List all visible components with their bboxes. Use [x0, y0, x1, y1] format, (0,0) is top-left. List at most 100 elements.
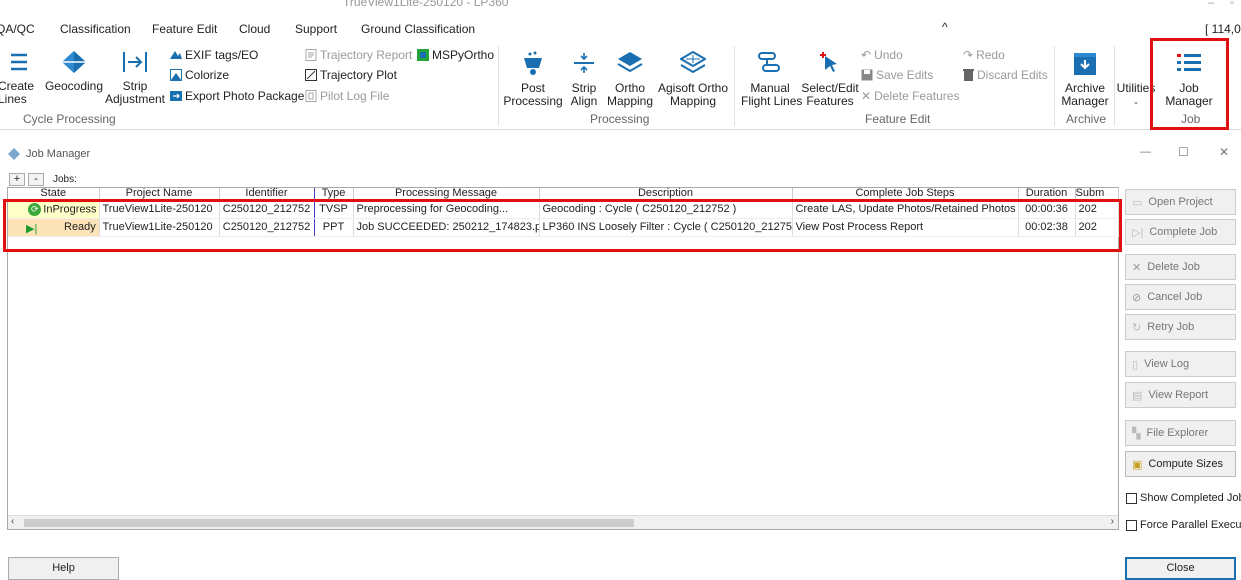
trajectory-report-button[interactable]: Trajectory Report [305, 48, 412, 62]
panel-close-button[interactable]: ✕ [1219, 145, 1229, 159]
ortho-mapping-button[interactable]: Ortho Mapping [604, 50, 656, 108]
menu-support[interactable]: Support [295, 22, 337, 36]
trash-icon [963, 69, 974, 81]
folder-icon: ▭ [1132, 196, 1143, 209]
job-manager-panel-header: Job Manager — ☐ ✕ [0, 142, 1241, 166]
ribbon-separator [734, 46, 735, 126]
file-explorer-button[interactable]: ▚ File Explorer [1125, 420, 1236, 446]
trajectory-plot-button[interactable]: Trajectory Plot [305, 68, 397, 82]
show-completed-jobs-checkbox[interactable]: Show Completed Jobs [1126, 492, 1241, 504]
delete-job-button[interactable]: ✕ Delete Job [1125, 254, 1236, 280]
group-label-cycle-processing: Cycle Processing [23, 112, 116, 126]
menu-classification[interactable]: Classification [60, 22, 131, 36]
cancel-icon: ⊘ [1132, 291, 1142, 304]
create-lines-button[interactable]: Create Lines [0, 50, 42, 106]
pilot-log-icon [305, 90, 317, 102]
select-cursor-icon [820, 52, 837, 72]
colorize-button[interactable]: Colorize [170, 68, 229, 82]
agisoft-ortho-mapping-button[interactable]: Agisoft Ortho Mapping [656, 50, 730, 108]
compute-sizes-button[interactable]: ▣ Compute Sizes [1125, 451, 1236, 477]
geocoding-icon [62, 51, 86, 73]
job-manager-small-icon [8, 148, 20, 160]
redo-icon: ↷ [963, 48, 974, 62]
complete-job-button[interactable]: ▷| Complete Job [1125, 219, 1236, 245]
cancel-job-button[interactable]: ⊘ Cancel Job [1125, 284, 1236, 310]
view-log-button[interactable]: ▯ View Log [1125, 351, 1236, 377]
jobs-label: Jobs: [53, 174, 77, 185]
delete-x-icon: ✕ [861, 89, 872, 103]
collapse-ribbon-icon[interactable]: ^ [942, 20, 948, 34]
group-label-processing: Processing [590, 112, 650, 126]
pilot-log-file-button[interactable]: Pilot Log File [305, 89, 389, 103]
highlight-job-manager [1150, 38, 1229, 130]
checkbox-box[interactable] [1126, 519, 1137, 531]
menu-qaqc[interactable]: QA/QC [0, 22, 35, 36]
group-label-feature-edit: Feature Edit [865, 112, 931, 126]
force-parallel-execution-checkbox[interactable]: Force Parallel Execution [1126, 519, 1241, 531]
highlight-job-rows [3, 199, 1122, 252]
save-edits-button[interactable]: Save Edits [861, 68, 933, 82]
scroll-left-arrow-icon[interactable]: ‹ [11, 516, 14, 527]
undo-button[interactable]: ↶ Undo [861, 48, 903, 62]
checkbox-box[interactable] [1126, 492, 1137, 504]
strip-align-button[interactable]: Strip Align [565, 50, 603, 108]
retry-job-button[interactable]: ↻ Retry Job [1125, 314, 1236, 340]
colorize-icon [170, 69, 182, 81]
menu-ground-classification[interactable]: Ground Classification [361, 22, 475, 36]
plot-icon [305, 69, 317, 81]
scroll-right-arrow-icon[interactable]: › [1111, 516, 1114, 527]
archive-manager-button[interactable]: Archive Manager [1058, 50, 1112, 108]
mspyortho-button[interactable]: MSPyOrtho [417, 48, 494, 62]
panel-title: Job Manager [26, 148, 91, 160]
exif-icon [170, 51, 182, 59]
minimize-button[interactable]: – [1208, 0, 1214, 9]
ribbon-separator [498, 46, 499, 126]
flight-lines-icon [758, 52, 780, 72]
file-explorer-icon: ▚ [1132, 427, 1141, 440]
archive-icon [1074, 53, 1096, 75]
menu-bar: QA/QC Classification Feature Edit Cloud … [0, 18, 1241, 42]
panel-minimize-button[interactable]: — [1140, 146, 1151, 158]
restore-button[interactable]: ▫ [1230, 0, 1234, 9]
manual-flight-lines-button[interactable]: Manual Flight Lines [741, 50, 802, 108]
strip-adjust-icon [123, 52, 147, 72]
undo-icon: ↶ [861, 48, 872, 62]
save-icon [861, 69, 873, 81]
complete-icon: ▷| [1132, 226, 1144, 239]
redo-button[interactable]: ↷ Redo [963, 48, 1005, 62]
export-photo-package-button[interactable]: Export Photo Package [170, 89, 304, 103]
export-icon [170, 91, 182, 101]
open-project-button[interactable]: ▭ Open Project [1125, 189, 1236, 215]
close-button[interactable]: Close [1125, 557, 1236, 580]
post-processing-icon [524, 51, 542, 75]
strip-adjustment-button[interactable]: Strip Adjustment [104, 50, 166, 106]
panel-maximize-button[interactable]: ☐ [1178, 145, 1189, 159]
compute-sizes-icon: ▣ [1132, 458, 1143, 471]
collapse-all-button[interactable]: - [28, 173, 44, 186]
geocoding-button[interactable]: Geocoding [44, 50, 104, 93]
scrollbar-thumb[interactable] [24, 519, 634, 527]
horizontal-scrollbar[interactable]: ‹ › [8, 515, 1118, 529]
report-icon [305, 49, 317, 61]
view-report-button[interactable]: ▤ View Report [1125, 382, 1236, 408]
expand-all-button[interactable]: + [9, 173, 25, 186]
select-edit-features-button[interactable]: Select/Edit Features [801, 50, 859, 108]
mspyortho-icon [417, 49, 429, 61]
ribbon: Create Lines Geocoding Strip Adjustment … [0, 42, 1241, 130]
strip-align-icon [574, 53, 594, 73]
exif-tags-button[interactable]: EXIF tags/EO [170, 48, 258, 62]
coordinate-readout: [ 114,03 [1205, 22, 1241, 36]
group-label-archive: Archive [1066, 112, 1107, 126]
agisoft-icon [680, 50, 706, 74]
ribbon-separator [1054, 46, 1055, 126]
ribbon-separator [1114, 46, 1115, 126]
discard-edits-button[interactable]: Discard Edits [963, 68, 1048, 82]
window-titlebar: TrueView1Lite-250120 - LP360 – ▫ [0, 0, 1241, 14]
post-processing-button[interactable]: Post Processing [503, 50, 563, 108]
delete-icon: ✕ [1132, 261, 1142, 274]
delete-features-button[interactable]: ✕ Delete Features [861, 89, 959, 103]
menu-cloud[interactable]: Cloud [239, 22, 270, 36]
help-button[interactable]: Help [8, 557, 119, 580]
menu-feature-edit[interactable]: Feature Edit [152, 22, 217, 36]
window-title: TrueView1Lite-250120 - LP360 [343, 0, 509, 9]
